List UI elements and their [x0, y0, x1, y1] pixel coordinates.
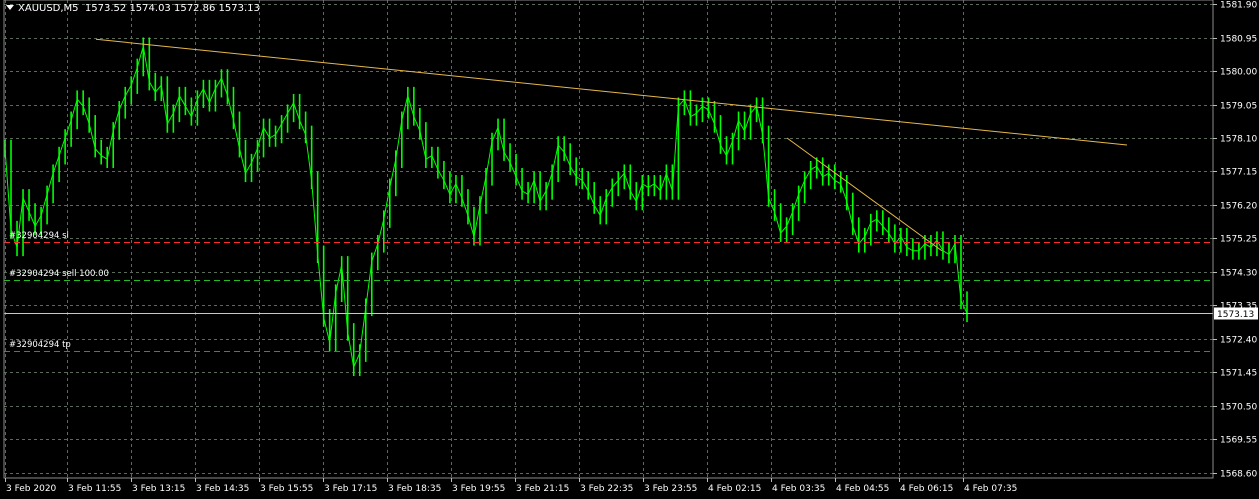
stop-loss-label: #32904294 sl: [9, 230, 69, 241]
x-tick-label: 4 Feb 04:55: [836, 484, 889, 494]
x-tick-label: 3 Feb 19:55: [452, 484, 505, 494]
y-tick-label: 1579.05: [1220, 102, 1257, 112]
x-tick-label: 3 Feb 14:35: [196, 484, 249, 494]
x-tick-label: 3 Feb 13:15: [132, 484, 185, 494]
chart-title: XAUUSD,M5 1573.52 1574.03 1572.86 1573.1…: [6, 3, 260, 14]
y-tick-label: 1581.90: [1220, 1, 1257, 11]
price-series: [4, 37, 968, 377]
y-tick-label: 1577.15: [1220, 168, 1257, 178]
symbol-label: XAUUSD,M5: [18, 3, 79, 14]
y-tick-label: 1580.00: [1220, 68, 1257, 78]
y-tick-label: 1578.10: [1220, 135, 1257, 145]
chart-grid: [4, 0, 1213, 478]
take-profit-label: #32904294 tp: [9, 339, 71, 350]
x-tick-label: 3 Feb 21:15: [516, 484, 569, 494]
sell-order-label: #32904294 sell 100.00: [9, 268, 109, 279]
ohlc-values: 1573.52 1574.03 1572.86 1573.13: [84, 3, 260, 14]
dropdown-arrow-icon[interactable]: [6, 5, 14, 10]
x-tick-label: 3 Feb 22:35: [580, 484, 633, 494]
x-tick-label: 4 Feb 07:35: [964, 484, 1017, 494]
y-tick-label: 1569.55: [1220, 436, 1257, 446]
x-tick-label: 3 Feb 18:35: [388, 484, 441, 494]
x-tick-label: 4 Feb 06:15: [900, 484, 953, 494]
y-tick-label: 1572.40: [1220, 336, 1257, 346]
x-tick-label: 4 Feb 02:15: [708, 484, 761, 494]
y-tick-label: 1580.95: [1220, 35, 1257, 45]
trendline: [95, 38, 1128, 146]
x-tick-label: 3 Feb 17:15: [324, 484, 377, 494]
x-tick-label: 3 Feb 15:55: [260, 484, 313, 494]
x-tick-label: 3 Feb 2020: [6, 484, 57, 494]
y-tick-label: 1576.20: [1220, 202, 1257, 212]
order-lines: 1573.13: [4, 242, 1258, 352]
y-tick-label: 1574.30: [1220, 269, 1257, 279]
price-chart[interactable]: 1573.13 1581.90 1580.95 1580.00 1579.05 1578…: [0, 0, 1259, 499]
y-tick-label: 1571.45: [1220, 369, 1257, 379]
x-tick-label: 4 Feb 03:35: [772, 484, 825, 494]
y-tick-label: 1573.35: [1220, 302, 1257, 312]
current-price-label: 1573.13: [1217, 310, 1254, 320]
y-tick-label: 1570.50: [1220, 403, 1257, 413]
y-tick-label: 1575.25: [1220, 235, 1257, 245]
chart-axes: 1581.90 1580.95 1580.00 1579.05 1578.10 1577.…: [3, 0, 1257, 494]
x-tick-label: 3 Feb 23:55: [644, 484, 697, 494]
x-tick-label: 3 Feb 11:55: [68, 484, 121, 494]
y-tick-label: 1568.60: [1220, 470, 1257, 480]
